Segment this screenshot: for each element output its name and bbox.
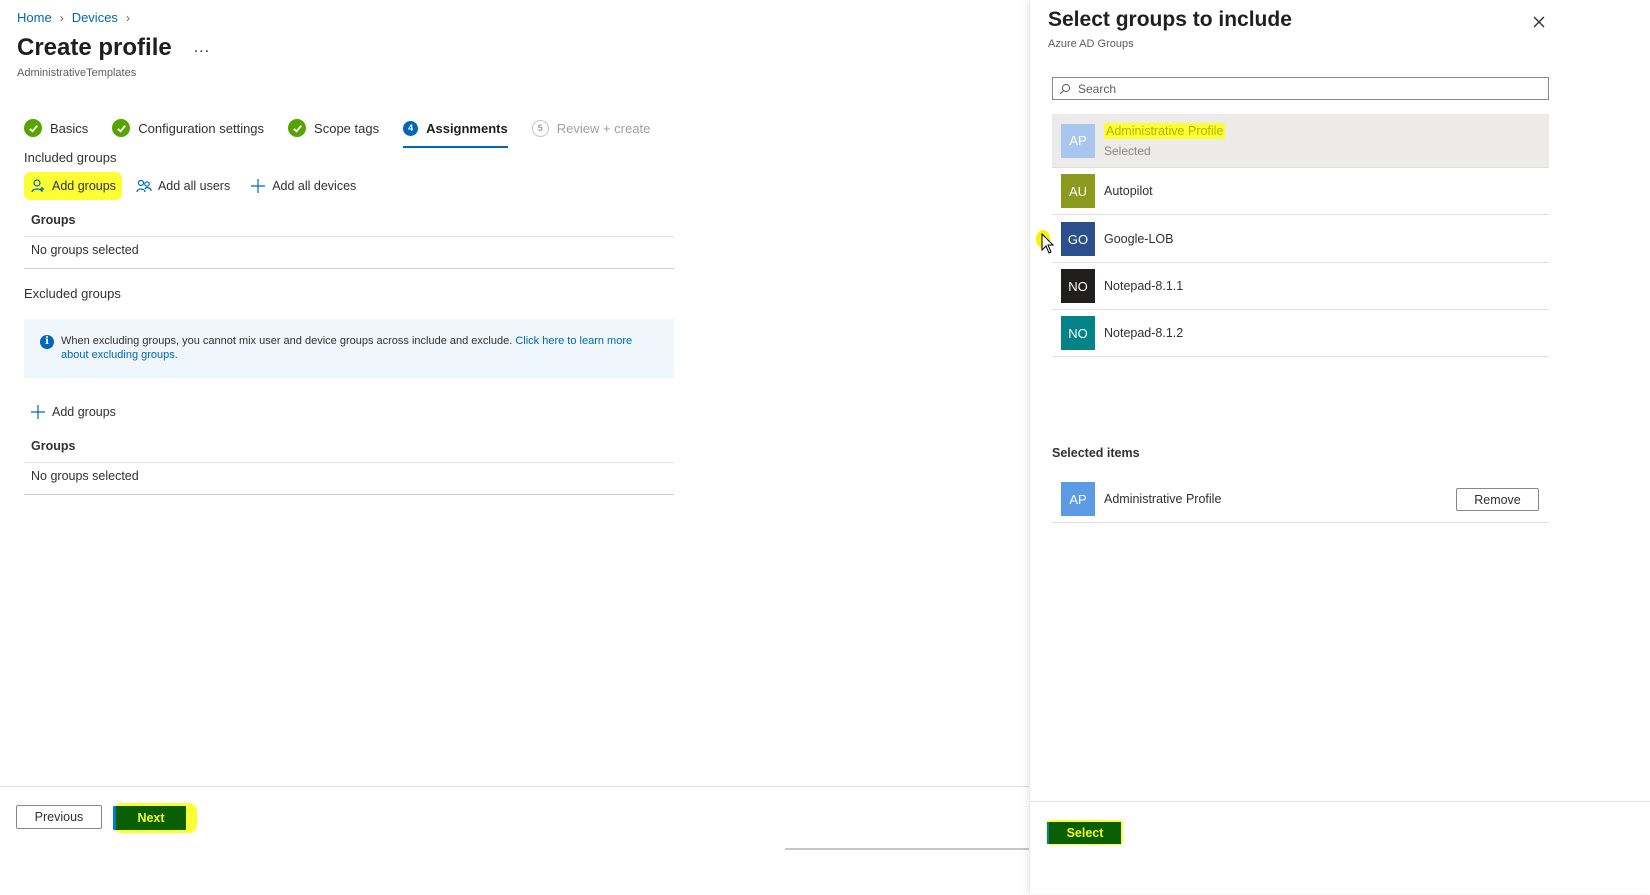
checkmark-icon bbox=[288, 119, 307, 137]
selected-items-label: Selected items bbox=[1052, 446, 1140, 460]
users-icon bbox=[136, 179, 152, 193]
excluded-groups-column-header: Groups bbox=[31, 439, 76, 453]
group-item-google-lob[interactable]: GO Google-LOB bbox=[1052, 216, 1549, 263]
search-box bbox=[1052, 77, 1549, 100]
checkmark-icon bbox=[112, 119, 131, 137]
step-review-create: 5 Review + create bbox=[531, 112, 651, 144]
step-scope-tags[interactable]: Scope tags bbox=[288, 112, 379, 144]
plus-icon bbox=[31, 405, 45, 419]
group-name: Google-LOB bbox=[1104, 232, 1174, 246]
step-label: Review + create bbox=[556, 120, 651, 136]
add-all-devices-button[interactable]: Add all devices bbox=[244, 172, 362, 200]
divider bbox=[24, 494, 674, 495]
step-basics[interactable]: Basics bbox=[24, 112, 88, 144]
plus-icon bbox=[251, 179, 266, 193]
divider bbox=[24, 236, 674, 237]
search-icon bbox=[1059, 83, 1071, 94]
step-number-badge: 5 bbox=[531, 119, 549, 137]
avatar: GO bbox=[1061, 222, 1095, 256]
add-all-devices-label: Add all devices bbox=[272, 179, 357, 193]
group-name: Notepad-8.1.1 bbox=[1104, 279, 1184, 293]
pane-subtitle: Azure AD Groups bbox=[1048, 38, 1134, 50]
info-icon: i bbox=[40, 335, 54, 349]
mouse-pointer-icon bbox=[1041, 233, 1055, 254]
horizontal-scrollbar[interactable] bbox=[785, 848, 1029, 850]
chevron-right-icon: › bbox=[59, 10, 64, 25]
checkmark-icon bbox=[24, 119, 42, 137]
step-label: Configuration settings bbox=[138, 120, 265, 136]
excluded-groups-label: Excluded groups bbox=[24, 286, 121, 301]
page-subtitle: AdministrativeTemplates bbox=[17, 67, 137, 79]
included-command-bar: Add groups Add all users Add all devices bbox=[24, 172, 370, 200]
info-text: When excluding groups, you cannot mix us… bbox=[61, 335, 513, 347]
excluded-command-bar: Add groups bbox=[24, 398, 130, 426]
group-item-administrative-profile[interactable]: AP Administrative Profile Selected bbox=[1052, 114, 1549, 168]
group-text: Administrative Profile Selected bbox=[1104, 122, 1226, 158]
group-item-notepad-812[interactable]: NO Notepad-8.1.2 bbox=[1052, 310, 1549, 357]
step-number-badge: 4 bbox=[403, 120, 419, 136]
page-title: Create profile bbox=[17, 34, 172, 61]
divider bbox=[24, 462, 674, 463]
step-label: Scope tags bbox=[314, 120, 380, 136]
avatar: NO bbox=[1061, 316, 1095, 350]
previous-button[interactable]: Previous bbox=[16, 805, 102, 829]
breadcrumb-home-link[interactable]: Home bbox=[17, 10, 52, 25]
breadcrumb-devices-link[interactable]: Devices bbox=[72, 10, 118, 25]
exclude-info-box: i When excluding groups, you cannot mix … bbox=[24, 319, 674, 378]
step-label: Assignments bbox=[426, 120, 508, 136]
group-item-autopilot[interactable]: AU Autopilot bbox=[1052, 168, 1549, 215]
excluded-empty-text: No groups selected bbox=[31, 469, 139, 483]
info-message: When excluding groups, you cannot mix us… bbox=[61, 334, 658, 378]
chevron-right-icon: › bbox=[125, 10, 130, 25]
avatar: NO bbox=[1061, 269, 1095, 303]
group-name: Autopilot bbox=[1104, 184, 1153, 198]
breadcrumb: Home › Devices › bbox=[17, 10, 130, 25]
included-groups-column-header: Groups bbox=[31, 213, 76, 227]
exclude-add-groups-label: Add groups bbox=[52, 405, 116, 419]
step-label: Basics bbox=[50, 120, 89, 136]
pane-footer-divider bbox=[1030, 801, 1650, 802]
add-groups-button[interactable]: Add groups bbox=[24, 172, 122, 200]
add-all-users-button[interactable]: Add all users bbox=[130, 172, 236, 200]
add-all-users-label: Add all users bbox=[157, 179, 231, 193]
add-groups-label: Add groups bbox=[52, 179, 116, 193]
included-groups-label: Included groups bbox=[24, 150, 117, 165]
exclude-add-groups-button[interactable]: Add groups bbox=[24, 398, 122, 426]
group-name: Administrative Profile bbox=[1104, 122, 1226, 139]
add-user-icon bbox=[31, 179, 44, 193]
selected-item-name: Administrative Profile bbox=[1104, 492, 1222, 506]
page-title-row: Create profile ... bbox=[17, 34, 210, 62]
avatar: AU bbox=[1061, 174, 1095, 208]
pane-title: Select groups to include bbox=[1048, 8, 1292, 31]
wizard-steps: Basics Configuration settings Scope tags… bbox=[24, 112, 674, 148]
more-options-icon[interactable]: ... bbox=[194, 39, 210, 57]
group-item-notepad-811[interactable]: NO Notepad-8.1.1 bbox=[1052, 263, 1549, 310]
close-icon[interactable] bbox=[1530, 13, 1548, 31]
included-empty-text: No groups selected bbox=[31, 243, 139, 257]
avatar: AP bbox=[1061, 482, 1095, 516]
next-button[interactable]: Next bbox=[116, 806, 186, 830]
divider bbox=[24, 268, 674, 269]
group-selected-status: Selected bbox=[1104, 143, 1151, 158]
remove-button[interactable]: Remove bbox=[1456, 488, 1539, 511]
select-button[interactable]: Select bbox=[1049, 822, 1121, 844]
group-name: Notepad-8.1.2 bbox=[1104, 326, 1184, 340]
search-input[interactable] bbox=[1076, 80, 1540, 97]
step-configuration-settings[interactable]: Configuration settings bbox=[112, 112, 264, 144]
step-assignments[interactable]: 4 Assignments bbox=[403, 112, 508, 148]
avatar: AP bbox=[1061, 123, 1095, 158]
